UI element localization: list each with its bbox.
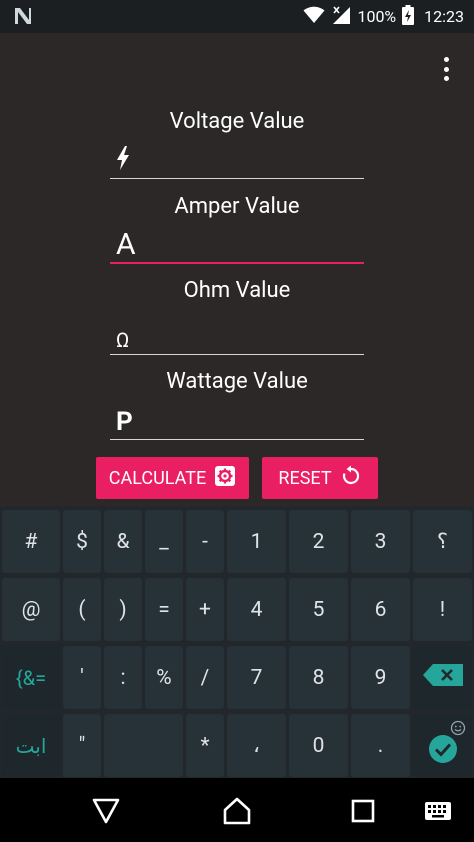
omega-icon: Ω bbox=[116, 328, 130, 352]
key-1[interactable]: 1 bbox=[227, 510, 286, 573]
cellular-signal-icon bbox=[331, 5, 351, 29]
key-dollar[interactable]: $ bbox=[63, 510, 101, 573]
ohm-label: Ohm Value bbox=[183, 278, 291, 303]
voltage-input[interactable] bbox=[110, 143, 364, 179]
key-percent[interactable]: % bbox=[145, 646, 183, 709]
key-at[interactable]: @ bbox=[2, 578, 60, 641]
power-letter-icon: P bbox=[116, 407, 133, 437]
key-asterisk[interactable]: * bbox=[186, 714, 224, 777]
key-space[interactable] bbox=[104, 714, 183, 777]
battery-charging-icon bbox=[402, 4, 415, 29]
key-3[interactable]: 3 bbox=[351, 510, 410, 573]
key-9[interactable]: 9 bbox=[351, 646, 410, 709]
wattage-input[interactable]: P bbox=[110, 404, 364, 440]
refresh-icon bbox=[340, 465, 362, 492]
key-open-paren[interactable]: ( bbox=[63, 578, 101, 641]
battery-percent: 100% bbox=[357, 7, 397, 26]
key-4[interactable]: 4 bbox=[227, 578, 286, 641]
status-icons: 100% 12:23 bbox=[303, 0, 464, 33]
key-8[interactable]: 8 bbox=[289, 646, 348, 709]
amper-input[interactable]: A bbox=[110, 227, 364, 264]
backspace-icon bbox=[422, 663, 463, 692]
key-arabic-comma[interactable]: ، bbox=[227, 714, 286, 777]
key-7[interactable]: 7 bbox=[227, 646, 286, 709]
app-content: Voltage Value Amper Value A Ohm Value Ω … bbox=[0, 33, 474, 506]
key-6[interactable]: 6 bbox=[351, 578, 410, 641]
ohm-input[interactable]: Ω bbox=[110, 319, 364, 355]
back-icon[interactable] bbox=[89, 794, 123, 828]
smiley-icon bbox=[450, 718, 466, 742]
reset-button-label: RESET bbox=[278, 467, 332, 489]
key-colon[interactable]: : bbox=[104, 646, 142, 709]
key-hash[interactable]: # bbox=[2, 510, 60, 573]
status-bar: 100% 12:23 bbox=[0, 0, 474, 33]
wattage-label: Wattage Value bbox=[166, 369, 308, 394]
wifi-icon bbox=[303, 6, 325, 28]
key-0[interactable]: 0 bbox=[289, 714, 348, 777]
key-arabic-question-mark[interactable]: ؟ bbox=[413, 510, 472, 573]
key-enter[interactable] bbox=[413, 714, 472, 777]
key-backspace[interactable] bbox=[413, 646, 472, 709]
lightning-icon bbox=[116, 146, 130, 176]
key-period[interactable]: . bbox=[351, 714, 410, 777]
overflow-menu-icon[interactable] bbox=[438, 55, 454, 83]
ampere-letter-icon: A bbox=[116, 227, 136, 262]
key-underscore[interactable]: _ bbox=[145, 510, 183, 573]
key-equals[interactable]: = bbox=[145, 578, 183, 641]
keyboard-switch-icon[interactable] bbox=[423, 794, 453, 828]
key-double-quote[interactable]: " bbox=[63, 714, 101, 777]
key-exclamation[interactable]: ! bbox=[413, 578, 472, 641]
key-minus[interactable]: - bbox=[186, 510, 224, 573]
clock-time: 12:23 bbox=[424, 7, 464, 26]
key-slash[interactable]: / bbox=[186, 646, 224, 709]
navigation-bar bbox=[0, 778, 474, 842]
voltage-label: Voltage Value bbox=[169, 109, 305, 134]
key-plus[interactable]: + bbox=[186, 578, 224, 641]
key-close-paren[interactable]: ) bbox=[104, 578, 142, 641]
key-symbols-toggle[interactable]: {&= bbox=[2, 646, 60, 709]
keyboard: # $ & _ - 1 2 3 ؟ @ ( ) = + 4 5 6 ! {&= … bbox=[0, 506, 474, 778]
key-arabic-layout[interactable]: ابت bbox=[2, 714, 60, 777]
calculate-button[interactable]: CALCULATE bbox=[96, 457, 249, 499]
calculate-button-label: CALCULATE bbox=[108, 467, 207, 489]
key-apostrophe[interactable]: ' bbox=[63, 646, 101, 709]
reset-button[interactable]: RESET bbox=[262, 457, 378, 499]
key-5[interactable]: 5 bbox=[289, 578, 348, 641]
key-2[interactable]: 2 bbox=[289, 510, 348, 573]
home-icon[interactable] bbox=[220, 794, 254, 828]
gear-icon bbox=[214, 465, 236, 492]
key-ampersand[interactable]: & bbox=[104, 510, 142, 573]
recents-icon[interactable] bbox=[346, 794, 380, 828]
amper-label: Amper Value bbox=[174, 194, 300, 219]
n-logo-icon bbox=[12, 5, 34, 31]
